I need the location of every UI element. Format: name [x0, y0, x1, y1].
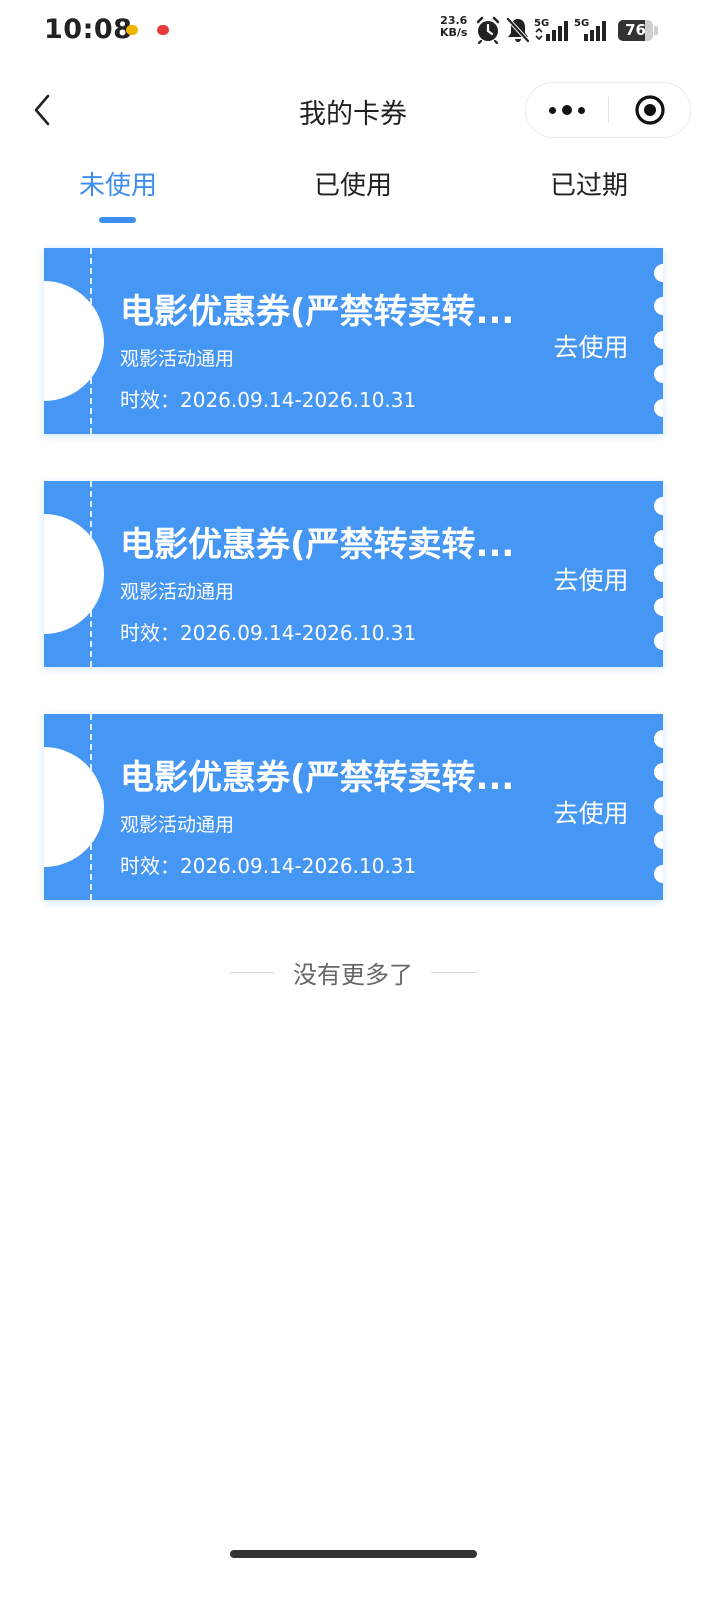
- mini-program-capsule: [525, 82, 691, 138]
- coupon-description: 观影活动通用: [120, 348, 235, 370]
- alarm-icon: [476, 16, 500, 44]
- ticket-notch: [44, 514, 104, 634]
- ticket-perforation: [90, 248, 92, 434]
- sim1-label: 5G: [534, 18, 549, 29]
- coupon-validity: 时效：2026.09.14-2026.10.31: [120, 854, 417, 878]
- tab-expired[interactable]: 已过期: [489, 165, 689, 202]
- status-bar: 10:08 23.6 KB/s 5G 5G 76: [0, 0, 720, 62]
- use-coupon-button[interactable]: 去使用: [536, 794, 646, 830]
- list-end-indicator: 没有更多了: [0, 955, 706, 990]
- cellular-signal-icon: 5G: [574, 16, 614, 48]
- more-button[interactable]: [526, 83, 608, 137]
- nav-bar: 我的卡券: [0, 80, 720, 140]
- coupon-title: 电影优惠券(严禁转卖转...: [120, 758, 515, 798]
- coupon-title: 电影优惠券(严禁转卖转...: [120, 525, 515, 565]
- coupon-title: 电影优惠券(严禁转卖转...: [120, 292, 515, 332]
- ticket-notch: [44, 747, 104, 867]
- more-dots-icon: [549, 105, 585, 115]
- coupon-description: 观影活动通用: [120, 581, 235, 603]
- ticket-perforation: [90, 714, 92, 900]
- battery-icon: 76: [618, 20, 658, 41]
- use-coupon-button[interactable]: 去使用: [536, 561, 646, 597]
- battery-level: 76: [625, 21, 646, 39]
- network-speed-unit: KB/s: [440, 26, 468, 39]
- coupon-card[interactable]: 电影优惠券(严禁转卖转... 观影活动通用 时效：2026.09.14-2026…: [44, 481, 663, 667]
- status-time: 10:08: [44, 14, 133, 45]
- coupon-validity: 时效：2026.09.14-2026.10.31: [120, 388, 417, 412]
- tab-bar: 未使用 已使用 已过期: [0, 165, 720, 225]
- coupon-description: 观影活动通用: [120, 814, 235, 836]
- coupon-card[interactable]: 电影优惠券(严禁转卖转... 观影活动通用 时效：2026.09.14-2026…: [44, 248, 663, 434]
- app-notification-icon: [126, 25, 138, 35]
- bell-off-icon: [506, 17, 530, 43]
- divider: [431, 972, 477, 973]
- cellular-signal-icon: 5G: [534, 16, 574, 48]
- ticket-perforation: [90, 481, 92, 667]
- tab-unused[interactable]: 未使用: [18, 165, 218, 202]
- tab-used[interactable]: 已使用: [253, 165, 453, 202]
- home-indicator[interactable]: [230, 1550, 477, 1558]
- active-tab-indicator: [99, 217, 136, 223]
- close-mini-program-button[interactable]: [609, 83, 691, 137]
- no-more-text: 没有更多了: [293, 961, 413, 989]
- divider: [229, 972, 275, 973]
- use-coupon-button[interactable]: 去使用: [536, 328, 646, 364]
- app-notification-icon: [157, 25, 169, 35]
- page: 10:08 23.6 KB/s 5G 5G 76 我的卡券 未使用 已使用 已过…: [0, 0, 720, 1600]
- network-speed: 23.6 KB/s: [440, 15, 467, 39]
- target-circle-icon: [635, 95, 665, 125]
- coupon-validity: 时效：2026.09.14-2026.10.31: [120, 621, 417, 645]
- coupon-card[interactable]: 电影优惠券(严禁转卖转... 观影活动通用 时效：2026.09.14-2026…: [44, 714, 663, 900]
- sim2-label: 5G: [574, 18, 589, 29]
- ticket-notch: [44, 281, 104, 401]
